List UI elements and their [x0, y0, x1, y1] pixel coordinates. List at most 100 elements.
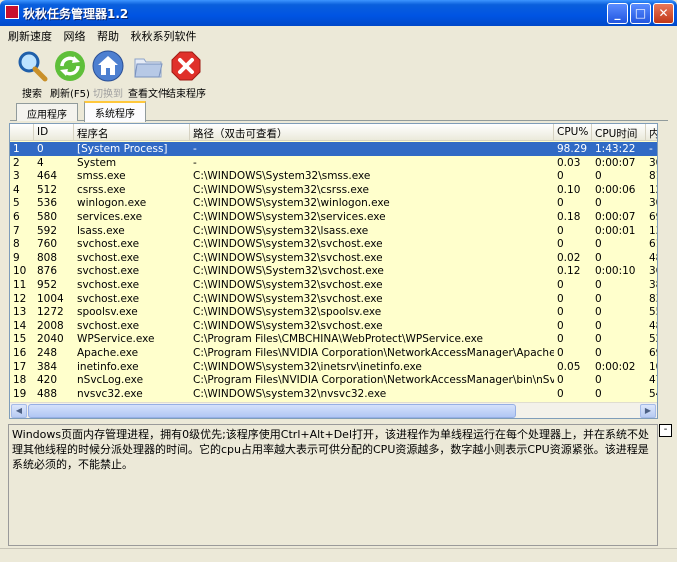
row-cpu-percent: 0: [557, 197, 564, 210]
menu-help[interactable]: 帮助: [93, 26, 123, 46]
row-id: 0: [37, 143, 44, 155]
table-row[interactable]: 12 1004 svchost.exe C:\WINDOWS\system32\svc…: [10, 292, 657, 306]
table-row[interactable]: 13 1272 spoolsv.exe C:\WINDOWS\system32\spo…: [10, 305, 657, 319]
row-id: 1004: [37, 292, 64, 305]
table-row[interactable]: 17 384 inetinfo.exe C:\WINDOWS\system32\ine…: [10, 360, 657, 374]
row-cpu-percent: 0: [557, 347, 564, 359]
app-icon: [5, 5, 19, 19]
row-cpu-time: 0: [595, 197, 602, 210]
row-memory: 10: [649, 360, 657, 373]
tab-system-programs[interactable]: 系统程序: [84, 101, 146, 122]
row-path: C:\WINDOWS\system32\svchost.exe: [193, 292, 383, 305]
row-cpu-time: 0: [595, 306, 602, 319]
collapse-description-button[interactable]: -: [659, 424, 672, 437]
toolbar: 搜索 刷新(F5) 切换到 查看文件 结束程序: [10, 48, 310, 100]
table-row[interactable]: 9 808 svchost.exe C:\WINDOWS\system32\svcho…: [10, 251, 657, 265]
row-path: -: [193, 156, 197, 169]
row-index: 4: [13, 183, 20, 196]
table-row[interactable]: 10 876 svchost.exe C:\WINDOWS\System32\svch…: [10, 264, 657, 278]
row-memory: -: [649, 143, 653, 155]
row-cpu-percent: 0.12: [557, 265, 581, 278]
maximize-button[interactable]: □: [630, 3, 651, 24]
row-cpu-percent: 0: [557, 387, 564, 400]
end-process-button[interactable]: 结束程序: [166, 48, 206, 100]
row-program-name: spoolsv.exe: [77, 306, 138, 319]
row-cpu-time: 0:00:06: [595, 183, 636, 196]
table-row[interactable]: 6 580 services.exe C:\WINDOWS\system32\serv…: [10, 210, 657, 224]
table-row[interactable]: 19 488 nvsvc32.exe C:\WINDOWS\system32\nvsv…: [10, 387, 657, 401]
row-cpu-time: 0: [595, 238, 602, 251]
row-index: 15: [13, 333, 27, 346]
row-memory: 12: [649, 183, 657, 196]
header-memory[interactable]: 内: [646, 124, 657, 141]
menu-network[interactable]: 网络: [60, 26, 90, 46]
row-index: 19: [13, 387, 27, 400]
row-cpu-time: 0: [595, 387, 602, 400]
row-memory: 38: [649, 279, 657, 291]
row-path: C:\WINDOWS\System32\smss.exe: [193, 170, 371, 183]
row-cpu-percent: 0: [557, 319, 564, 332]
scroll-left-icon[interactable]: ◀: [11, 404, 27, 418]
table-row[interactable]: 5 536 winlogon.exe C:\WINDOWS\system32\winl…: [10, 196, 657, 210]
tab-applications[interactable]: 应用程序: [16, 103, 78, 121]
close-button[interactable]: ✕: [653, 3, 674, 24]
scroll-thumb[interactable]: [28, 404, 516, 418]
header-path[interactable]: 路径（双击可查看）: [190, 124, 554, 141]
scroll-right-icon[interactable]: ▶: [640, 404, 656, 418]
horizontal-scrollbar[interactable]: ◀ ▶: [10, 402, 657, 418]
row-cpu-time: 0:00:02: [595, 360, 636, 373]
table-row[interactable]: 18 420 nSvcLog.exe C:\Program Files\NVIDIA …: [10, 373, 657, 387]
switch-to-icon: [92, 50, 124, 82]
menu-qiuqiu-series[interactable]: 秋秋系列软件: [127, 26, 201, 46]
row-id: 2008: [37, 319, 64, 332]
row-memory: 69: [649, 347, 657, 359]
row-index: 6: [13, 211, 20, 223]
row-path: C:\WINDOWS\system32\svchost.exe: [193, 319, 383, 332]
table-row[interactable]: 4 512 csrss.exe C:\WINDOWS\system32\csrss.e…: [10, 183, 657, 197]
header-id[interactable]: ID: [34, 124, 74, 141]
header-cpu-time[interactable]: CPU时间: [592, 124, 646, 141]
row-program-name: svchost.exe: [77, 238, 140, 251]
row-memory: 61: [649, 238, 657, 251]
row-cpu-time: 0: [595, 319, 602, 332]
row-cpu-time: 0:00:07: [595, 156, 636, 169]
table-row[interactable]: 7 592 lsass.exe C:\WINDOWS\system32\lsass.e…: [10, 224, 657, 238]
row-program-name: Apache.exe: [77, 347, 139, 359]
menu-refresh-speed[interactable]: 刷新速度: [4, 26, 56, 46]
row-cpu-percent: 0: [557, 292, 564, 305]
minimize-button[interactable]: _: [607, 3, 628, 24]
row-id: 580: [37, 211, 58, 223]
row-index: 9: [13, 251, 20, 264]
table-row[interactable]: 16 248 Apache.exe C:\Program Files\NVIDIA C…: [10, 346, 657, 360]
row-memory: 47: [649, 374, 657, 387]
row-id: 536: [37, 197, 58, 210]
table-row[interactable]: 8 760 svchost.exe C:\WINDOWS\system32\svcho…: [10, 237, 657, 251]
list-header: ID 程序名 路径（双击可查看） CPU% CPU时间 内: [10, 124, 657, 141]
table-row[interactable]: 11 952 svchost.exe C:\WINDOWS\system32\svch…: [10, 278, 657, 292]
process-list[interactable]: ID 程序名 路径（双击可查看） CPU% CPU时间 内 10[System …: [9, 123, 658, 419]
window-title: 秋秋任务管理器1.2: [23, 7, 129, 21]
row-path: -: [193, 143, 197, 155]
table-row[interactable]: 14 2008 svchost.exe C:\WINDOWS\system32\svc…: [10, 319, 657, 333]
row-memory: 36: [649, 265, 657, 278]
row-id: 384: [37, 360, 58, 373]
table-row[interactable]: 3 464 smss.exe C:\WINDOWS\System32\smss.exe…: [10, 169, 657, 183]
table-row[interactable]: 1 0 [System Process] - 98.29 1:43:22 -: [10, 142, 657, 156]
header-index[interactable]: [10, 124, 34, 141]
row-program-name: nvsvc32.exe: [77, 387, 143, 400]
row-path: C:\WINDOWS\System32\svchost.exe: [193, 265, 384, 278]
table-row[interactable]: 2 4 System - 0.03 0:00:07 30: [10, 156, 657, 170]
header-program-name[interactable]: 程序名: [74, 124, 190, 141]
table-row[interactable]: 15 2040 WPService.exe C:\Program Files\CMBC…: [10, 332, 657, 346]
row-path: C:\WINDOWS\system32\svchost.exe: [193, 251, 383, 264]
header-cpu-percent[interactable]: CPU%: [554, 124, 592, 141]
row-cpu-time: 0: [595, 292, 602, 305]
row-index: 2: [13, 156, 20, 169]
row-cpu-time: 0:00:01: [595, 224, 636, 237]
row-cpu-time: 1:43:22: [595, 143, 636, 155]
row-program-name: svchost.exe: [77, 279, 140, 291]
end-process-label: 结束程序: [166, 89, 206, 100]
row-memory: 48: [649, 319, 657, 332]
row-path: C:\WINDOWS\system32\svchost.exe: [193, 279, 383, 291]
row-cpu-percent: 0.18: [557, 211, 581, 223]
